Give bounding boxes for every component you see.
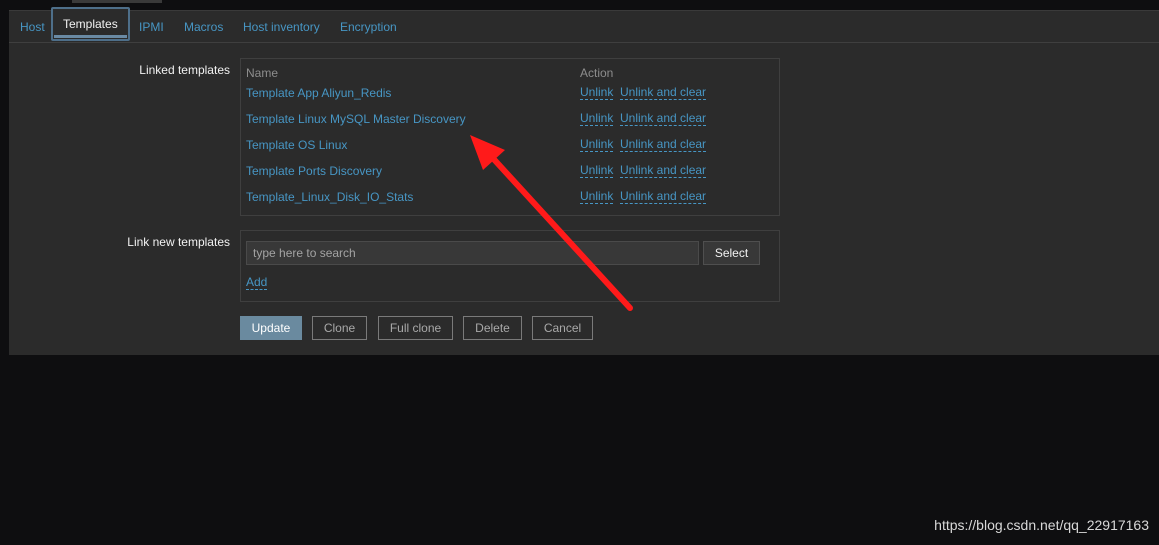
template-link[interactable]: Template Linux MySQL Master Discovery — [246, 112, 466, 126]
template-link[interactable]: Template Ports Discovery — [246, 164, 382, 178]
tab-host-inventory[interactable]: Host inventory — [243, 19, 320, 35]
tab-ipmi[interactable]: IPMI — [139, 19, 164, 35]
tab-encryption[interactable]: Encryption — [340, 19, 397, 35]
template-search-input[interactable] — [246, 241, 699, 265]
clone-button[interactable]: Clone — [312, 316, 367, 340]
tab-templates[interactable]: Templates — [51, 7, 130, 41]
add-link[interactable]: Add — [246, 276, 268, 290]
full-clone-button[interactable]: Full clone — [378, 316, 453, 340]
link-new-templates-label: Link new templates — [127, 235, 230, 249]
top-strip — [72, 0, 162, 3]
tab-macros[interactable]: Macros — [184, 19, 223, 35]
template-link[interactable]: Template App Aliyun_Redis — [246, 86, 391, 100]
select-button[interactable]: Select — [703, 241, 760, 265]
host-form-panel: Host Templates IPMI Macros Host inventor… — [9, 7, 1159, 355]
unlink-link[interactable]: Unlink — [580, 86, 614, 100]
unlink-link[interactable]: Unlink — [580, 112, 614, 126]
column-header-name: Name — [246, 66, 279, 80]
unlink-link[interactable]: Unlink — [580, 138, 614, 152]
unlink-link[interactable]: Unlink — [580, 164, 614, 178]
unlink-and-clear-link[interactable]: Unlink and clear — [620, 112, 707, 126]
delete-button[interactable]: Delete — [463, 316, 522, 340]
watermark-text: https://blog.csdn.net/qq_22917163 — [934, 517, 1149, 533]
unlink-and-clear-link[interactable]: Unlink and clear — [620, 86, 707, 100]
column-header-action: Action — [580, 66, 614, 80]
unlink-link[interactable]: Unlink — [580, 190, 614, 204]
unlink-and-clear-link[interactable]: Unlink and clear — [620, 190, 707, 204]
tab-bar: Host Templates IPMI Macros Host inventor… — [9, 7, 1159, 43]
cancel-button[interactable]: Cancel — [532, 316, 593, 340]
unlink-and-clear-link[interactable]: Unlink and clear — [620, 164, 707, 178]
link-new-templates-box: Select Add — [240, 230, 780, 302]
tab-host[interactable]: Host — [20, 19, 45, 35]
unlink-and-clear-link[interactable]: Unlink and clear — [620, 138, 707, 152]
linked-templates-table: Name Action Template App Aliyun_Redis Un… — [240, 58, 780, 216]
update-button[interactable]: Update — [240, 316, 302, 340]
linked-templates-label: Linked templates — [139, 63, 230, 77]
template-link[interactable]: Template OS Linux — [246, 138, 347, 152]
template-link[interactable]: Template_Linux_Disk_IO_Stats — [246, 190, 413, 204]
